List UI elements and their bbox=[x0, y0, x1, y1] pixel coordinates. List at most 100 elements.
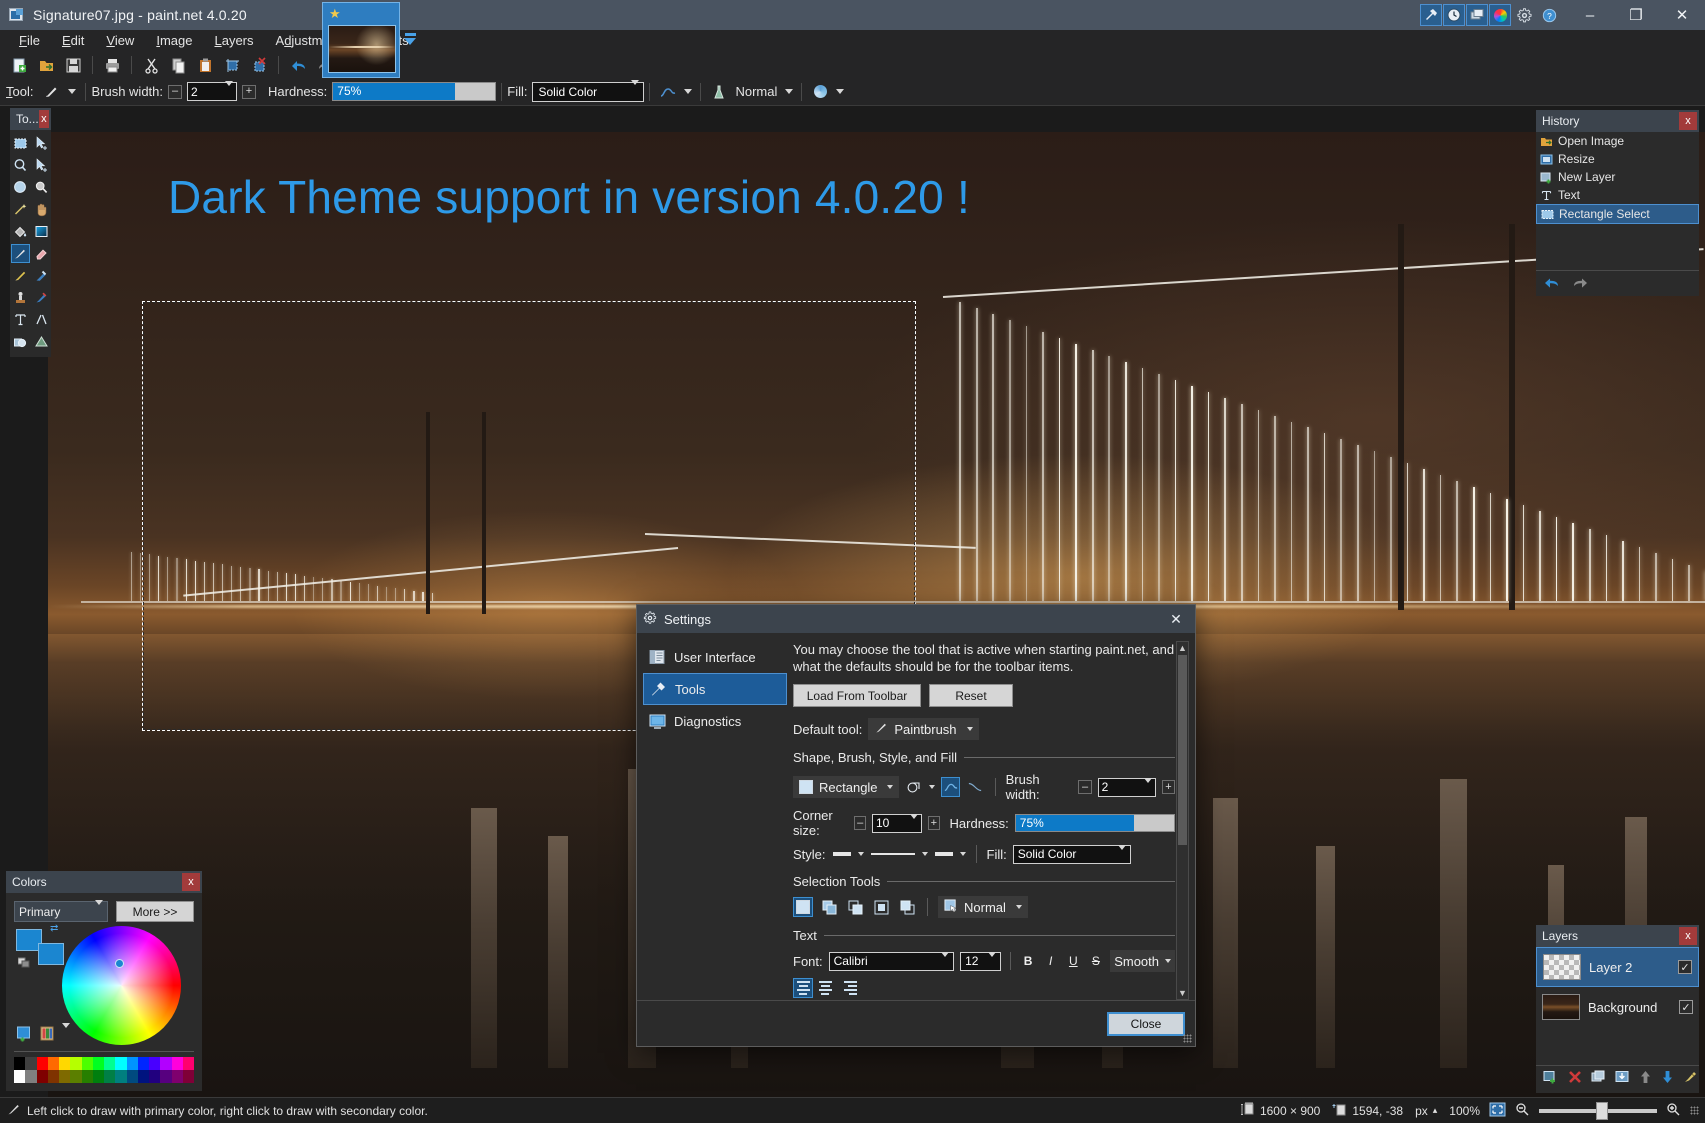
bold-button[interactable]: B bbox=[1020, 951, 1037, 971]
corner-size-decrease-button[interactable]: – bbox=[854, 816, 866, 830]
selection-exclude-icon[interactable] bbox=[845, 897, 865, 917]
zoom-in-icon[interactable] bbox=[1666, 1102, 1681, 1120]
antialiasing-icon[interactable] bbox=[655, 80, 681, 104]
pencil-icon[interactable] bbox=[11, 266, 30, 285]
menu-edit[interactable]: Edit bbox=[51, 30, 95, 52]
blend-mode-icon[interactable] bbox=[706, 80, 732, 104]
color-mode-select[interactable]: Primary bbox=[14, 901, 108, 922]
cap-style-icon[interactable] bbox=[934, 844, 954, 864]
font-size-select[interactable]: 12 bbox=[960, 952, 1001, 971]
corner-size-increase-button[interactable]: + bbox=[928, 816, 940, 830]
selection-mode-select[interactable]: Normal bbox=[938, 896, 1028, 918]
strikethrough-button[interactable]: S bbox=[1088, 951, 1105, 971]
delete-layer-icon[interactable] bbox=[1568, 1070, 1582, 1087]
palette-swatch[interactable] bbox=[93, 1070, 104, 1083]
open-icon[interactable] bbox=[33, 53, 59, 77]
align-left-icon[interactable] bbox=[793, 978, 813, 998]
align-center-icon[interactable] bbox=[815, 978, 835, 998]
print-icon[interactable] bbox=[99, 53, 125, 77]
palette-swatch[interactable] bbox=[48, 1057, 59, 1070]
paste-icon[interactable] bbox=[192, 53, 218, 77]
brush-width-input[interactable]: 2 bbox=[187, 82, 237, 101]
layer-properties-icon[interactable] bbox=[1683, 1070, 1698, 1087]
menu-view[interactable]: View bbox=[95, 30, 145, 52]
paintbrush-icon[interactable] bbox=[38, 80, 64, 104]
settings-scrollbar[interactable]: ▲ ▼ bbox=[1176, 641, 1189, 1000]
palette-swatch[interactable] bbox=[115, 1070, 126, 1083]
cut-icon[interactable] bbox=[138, 53, 164, 77]
text-antialias-select[interactable]: Smooth bbox=[1110, 950, 1175, 972]
hardness-slider[interactable]: 75% bbox=[332, 82, 496, 101]
palette-dropdown-icon[interactable] bbox=[62, 1028, 70, 1043]
history-item-resize[interactable]: Resize bbox=[1536, 150, 1699, 168]
save-icon[interactable] bbox=[60, 53, 86, 77]
color-picker-icon[interactable] bbox=[807, 80, 833, 104]
italic-button[interactable]: I bbox=[1042, 951, 1059, 971]
secondary-color-swatch[interactable] bbox=[38, 943, 64, 965]
selection-intersect-icon[interactable] bbox=[871, 897, 891, 917]
history-panel-close-button[interactable]: x bbox=[1679, 112, 1697, 130]
maximize-button[interactable]: ❐ bbox=[1613, 0, 1659, 30]
antialiasing-chevron-icon[interactable] bbox=[681, 80, 695, 104]
palette-swatch[interactable] bbox=[93, 1057, 104, 1070]
add-layer-icon[interactable] bbox=[1543, 1070, 1559, 1088]
color-picker-chevron-icon[interactable] bbox=[833, 80, 847, 104]
palette-swatch[interactable] bbox=[149, 1070, 160, 1083]
palette-swatch[interactable] bbox=[172, 1070, 183, 1083]
dlg-hardness-slider[interactable]: 75% bbox=[1015, 814, 1175, 832]
merge-layer-down-icon[interactable] bbox=[1615, 1070, 1630, 1087]
eraser-icon[interactable] bbox=[32, 244, 51, 263]
line-curve-icon[interactable] bbox=[32, 310, 51, 329]
nav-item-diagnostics[interactable]: Diagnostics bbox=[643, 705, 787, 737]
selection-union-icon[interactable] bbox=[819, 897, 839, 917]
palette-swatch[interactable] bbox=[14, 1070, 25, 1083]
undo-icon[interactable] bbox=[285, 53, 311, 77]
shape-fill-mode-icon[interactable] bbox=[905, 777, 924, 797]
shapes-icon[interactable] bbox=[11, 332, 30, 351]
layer-row-layer2[interactable]: Layer 2 ✓ bbox=[1536, 947, 1699, 987]
color-wheel-cursor[interactable] bbox=[115, 959, 124, 968]
ellipse-select-icon[interactable] bbox=[11, 178, 30, 197]
palette-icon[interactable] bbox=[39, 1025, 56, 1045]
window-resize-grip-icon[interactable] bbox=[1690, 1106, 1699, 1115]
font-select[interactable]: Calibri bbox=[829, 952, 955, 971]
palette-swatch[interactable] bbox=[25, 1057, 36, 1070]
layer-visibility-checkbox[interactable]: ✓ bbox=[1679, 1000, 1693, 1014]
palette-swatch[interactable] bbox=[149, 1057, 160, 1070]
move-layer-up-icon[interactable] bbox=[1639, 1070, 1652, 1087]
palette-swatch[interactable] bbox=[183, 1057, 194, 1070]
palette-swatch[interactable] bbox=[127, 1070, 138, 1083]
fit-to-window-icon[interactable] bbox=[1489, 1102, 1506, 1120]
selection-xor-icon[interactable] bbox=[897, 897, 917, 917]
swap-colors-icon[interactable]: ⇄ bbox=[50, 923, 58, 934]
palette-swatch[interactable] bbox=[37, 1070, 48, 1083]
load-from-toolbar-button[interactable]: Load From Toolbar bbox=[793, 684, 921, 707]
menu-layers[interactable]: Layers bbox=[203, 30, 264, 52]
blend-mode-chevron-icon[interactable] bbox=[782, 80, 796, 104]
help-icon[interactable]: ? bbox=[1537, 4, 1561, 26]
move-selection-icon[interactable] bbox=[32, 156, 51, 175]
new-icon[interactable] bbox=[6, 53, 32, 77]
brush-width-increase-button[interactable]: + bbox=[242, 85, 256, 99]
deselect-icon[interactable] bbox=[246, 53, 272, 77]
zoom-out-icon[interactable] bbox=[1515, 1102, 1530, 1120]
rectangle-select-icon[interactable] bbox=[11, 134, 30, 153]
palette-swatch[interactable] bbox=[172, 1057, 183, 1070]
add-palette-color-icon[interactable] bbox=[16, 1025, 33, 1045]
nav-item-tools[interactable]: Tools bbox=[643, 673, 787, 705]
text-icon[interactable] bbox=[11, 310, 30, 329]
layer-row-background[interactable]: Background ✓ bbox=[1536, 987, 1699, 1027]
zoom-icon[interactable] bbox=[32, 178, 51, 197]
antialiasing-icon[interactable] bbox=[941, 777, 960, 797]
shapes-extra-icon[interactable] bbox=[32, 332, 51, 351]
colors-panel-close-button[interactable]: x bbox=[182, 873, 200, 891]
palette-swatch[interactable] bbox=[70, 1057, 81, 1070]
palette-swatch[interactable] bbox=[59, 1057, 70, 1070]
layers-panel-close-button[interactable]: x bbox=[1679, 927, 1697, 945]
duplicate-layer-icon[interactable] bbox=[1591, 1070, 1606, 1087]
copy-icon[interactable] bbox=[165, 53, 191, 77]
tools-panel-close-button[interactable]: x bbox=[39, 110, 49, 128]
minimize-button[interactable]: – bbox=[1567, 0, 1613, 30]
history-item-text[interactable]: Text bbox=[1536, 186, 1699, 204]
recolor-icon[interactable] bbox=[32, 288, 51, 307]
